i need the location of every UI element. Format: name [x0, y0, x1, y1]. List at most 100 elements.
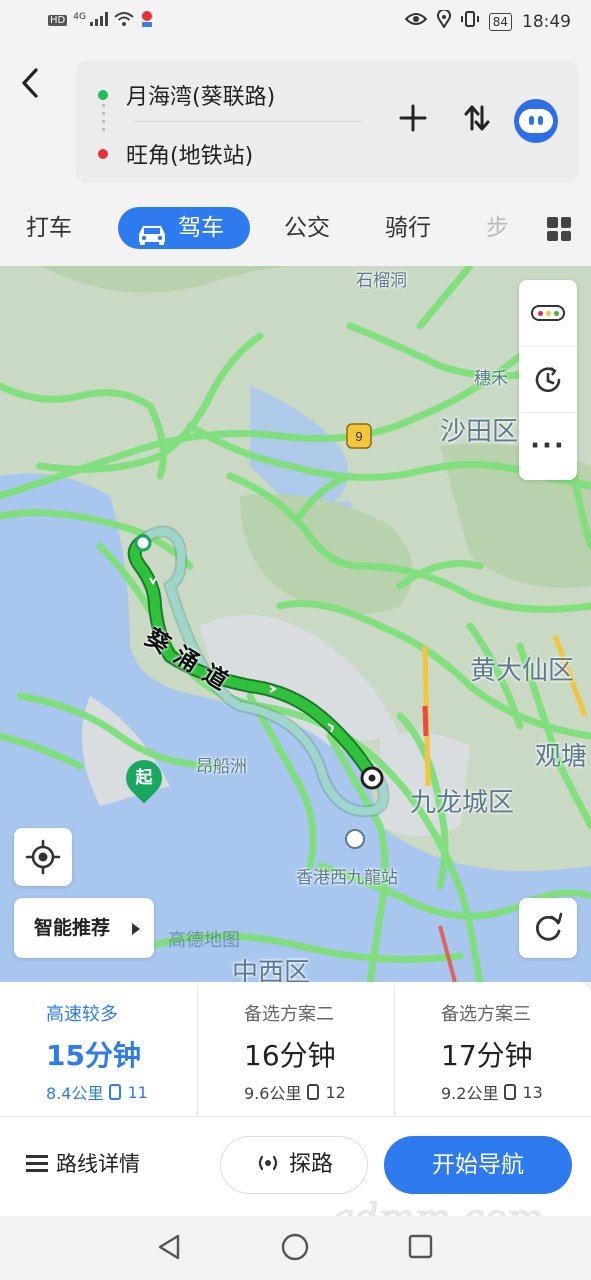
status-left: HD 4G [48, 10, 154, 31]
travel-mode-tabs: 打车 驾车 公交 骑行 步行 [0, 192, 591, 266]
plan-distance: 9.6公里 [244, 1084, 302, 1103]
traffic-light-icon [531, 305, 565, 321]
route-detail-button[interactable]: 路线详情 [26, 1148, 140, 1178]
vibrate-icon [460, 10, 479, 33]
avatar-eye-right [538, 116, 543, 125]
origin-row[interactable]: 月海湾(葵联路) [98, 79, 275, 111]
broadcast-icon [258, 1155, 278, 1171]
route-detail-label: 路线详情 [56, 1152, 140, 1176]
map-label-stonecutters: 昂船洲 [196, 757, 247, 777]
amap-logo: 高德地图 [168, 930, 240, 951]
4g-signal-icon: 4G [73, 12, 108, 29]
route-plan-2[interactable]: 备选方案二 16分钟 9.6公里 12 [197, 982, 394, 1116]
route-divider [134, 121, 362, 122]
start-navigation-button[interactable]: 开始导航 [384, 1136, 572, 1194]
nav-back-icon[interactable] [158, 1234, 180, 1260]
plan-lights: 11 [127, 1082, 148, 1102]
tab-transit[interactable]: 公交 [284, 207, 330, 249]
station-icon [345, 829, 365, 849]
swap-icon [464, 105, 490, 131]
map-label-kwun-tong: 观塘 [535, 742, 588, 772]
tab-walk[interactable]: 步行 [486, 207, 522, 249]
plan-lights: 12 [325, 1082, 346, 1102]
map-label-wong-tai-sin: 黄大仙区 [470, 656, 575, 686]
plan-time: 17分钟 [441, 1039, 533, 1072]
start-marker-label: 起 [135, 768, 153, 788]
plan-meta: 9.6公里 12 [244, 1080, 346, 1104]
origin-dot-icon [98, 90, 108, 100]
destination-text: 旺角(地铁站) [126, 144, 254, 169]
plan-time: 16分钟 [244, 1039, 336, 1072]
smart-recommend-button[interactable]: 智能推荐 [14, 898, 154, 958]
refresh-route-button[interactable] [519, 898, 577, 958]
route-plans-panel: 高速较多 15分钟 8.4公里 11 备选方案二 16分钟 9.6公里 12 备… [0, 982, 591, 1216]
status-bar: HD 4G 84 18:49 [0, 0, 591, 44]
system-nav-bar [0, 1216, 591, 1280]
triangle-right-icon [132, 923, 140, 935]
time-prediction-button[interactable] [519, 346, 577, 412]
clock: 18:49 [522, 11, 571, 32]
plan-meta: 9.2公里 13 [441, 1080, 543, 1104]
smart-recommend-label: 智能推荐 [34, 917, 111, 939]
map-label-sui-wo: 穗禾 [474, 369, 508, 389]
clock-refresh-icon [535, 366, 561, 392]
map-label-sha-tin: 沙田区 [440, 417, 519, 447]
plan-title: 备选方案三 [441, 1004, 531, 1025]
tab-drive[interactable]: 驾车 [118, 207, 250, 249]
nav-recents-icon[interactable] [408, 1234, 433, 1259]
tab-drive-label: 驾车 [178, 215, 224, 241]
map-controls-panel: ··· [519, 280, 577, 480]
route-9-label: 9 [355, 429, 362, 444]
traffic-light-count-icon [307, 1084, 320, 1100]
car-icon [136, 217, 168, 245]
explore-route-button[interactable]: 探路 [220, 1136, 368, 1194]
add-waypoint-button[interactable] [394, 103, 432, 141]
destination-dot-icon [98, 149, 108, 159]
network-type-label: 4G [73, 12, 86, 22]
traffic-light-count-icon [109, 1084, 122, 1100]
route-connector [102, 104, 105, 132]
more-dots-icon: ··· [530, 430, 566, 461]
list-icon [26, 1154, 48, 1172]
eye-comfort-icon [404, 11, 428, 32]
nav-home-icon[interactable] [281, 1233, 309, 1261]
destination-row[interactable]: 旺角(地铁站) [98, 138, 253, 170]
refresh-icon [535, 912, 563, 941]
swap-route-button[interactable] [458, 103, 496, 141]
route-plan-3[interactable]: 备选方案三 17分钟 9.2公里 13 [394, 982, 591, 1116]
traffic-light-count-icon [504, 1084, 517, 1100]
route-card: 月海湾(葵联路) 旺角(地铁站) [76, 61, 578, 183]
traffic-toggle-button[interactable] [519, 280, 577, 346]
map-label-shek-lei: 石榴洞 [356, 271, 407, 291]
map-view[interactable]: 9 石榴洞 穗禾 沙田区 黄大仙区 观塘 昂船洲 九龙城区 香港西九龍站 中西区… [0, 266, 591, 982]
app-root: HD 4G 84 18:49 月海湾(葵联路) 旺角(地铁站) 打车 驾车 公交… [0, 0, 591, 1280]
plan-time: 15分钟 [46, 1039, 141, 1072]
plus-icon [399, 104, 427, 132]
tab-bike[interactable]: 骑行 [385, 207, 431, 249]
map-label-west-kowloon-station: 香港西九龍站 [296, 868, 398, 888]
plan-lights: 13 [522, 1082, 543, 1102]
assistant-avatar-icon[interactable] [514, 99, 558, 143]
wifi-icon [114, 12, 134, 29]
map-label-central-western: 中西区 [232, 958, 311, 982]
plan-distance: 8.4公里 [46, 1084, 104, 1103]
plan-title: 备选方案二 [244, 1004, 334, 1025]
more-options-button[interactable]: ··· [519, 412, 577, 478]
back-button[interactable] [18, 66, 54, 106]
panel-divider [0, 1116, 591, 1117]
map-label-kowloon-city: 九龙城区 [410, 788, 515, 818]
plan-title: 高速较多 [46, 1004, 118, 1025]
plan-distance: 9.2公里 [441, 1084, 499, 1103]
location-app-icon [140, 10, 154, 31]
back-arrow-icon [22, 68, 38, 98]
more-modes-grid-icon[interactable] [547, 217, 571, 241]
battery-icon: 84 [488, 12, 512, 31]
status-right: 84 18:49 [404, 8, 571, 33]
crosshair-icon [25, 839, 61, 875]
locate-me-button[interactable] [14, 828, 72, 886]
start-marker[interactable]: 起 [118, 752, 170, 804]
origin-text: 月海湾(葵联路) [126, 85, 276, 110]
location-icon [436, 8, 451, 33]
tab-taxi[interactable]: 打车 [26, 207, 72, 249]
route-plan-1[interactable]: 高速较多 15分钟 8.4公里 11 [0, 982, 197, 1116]
